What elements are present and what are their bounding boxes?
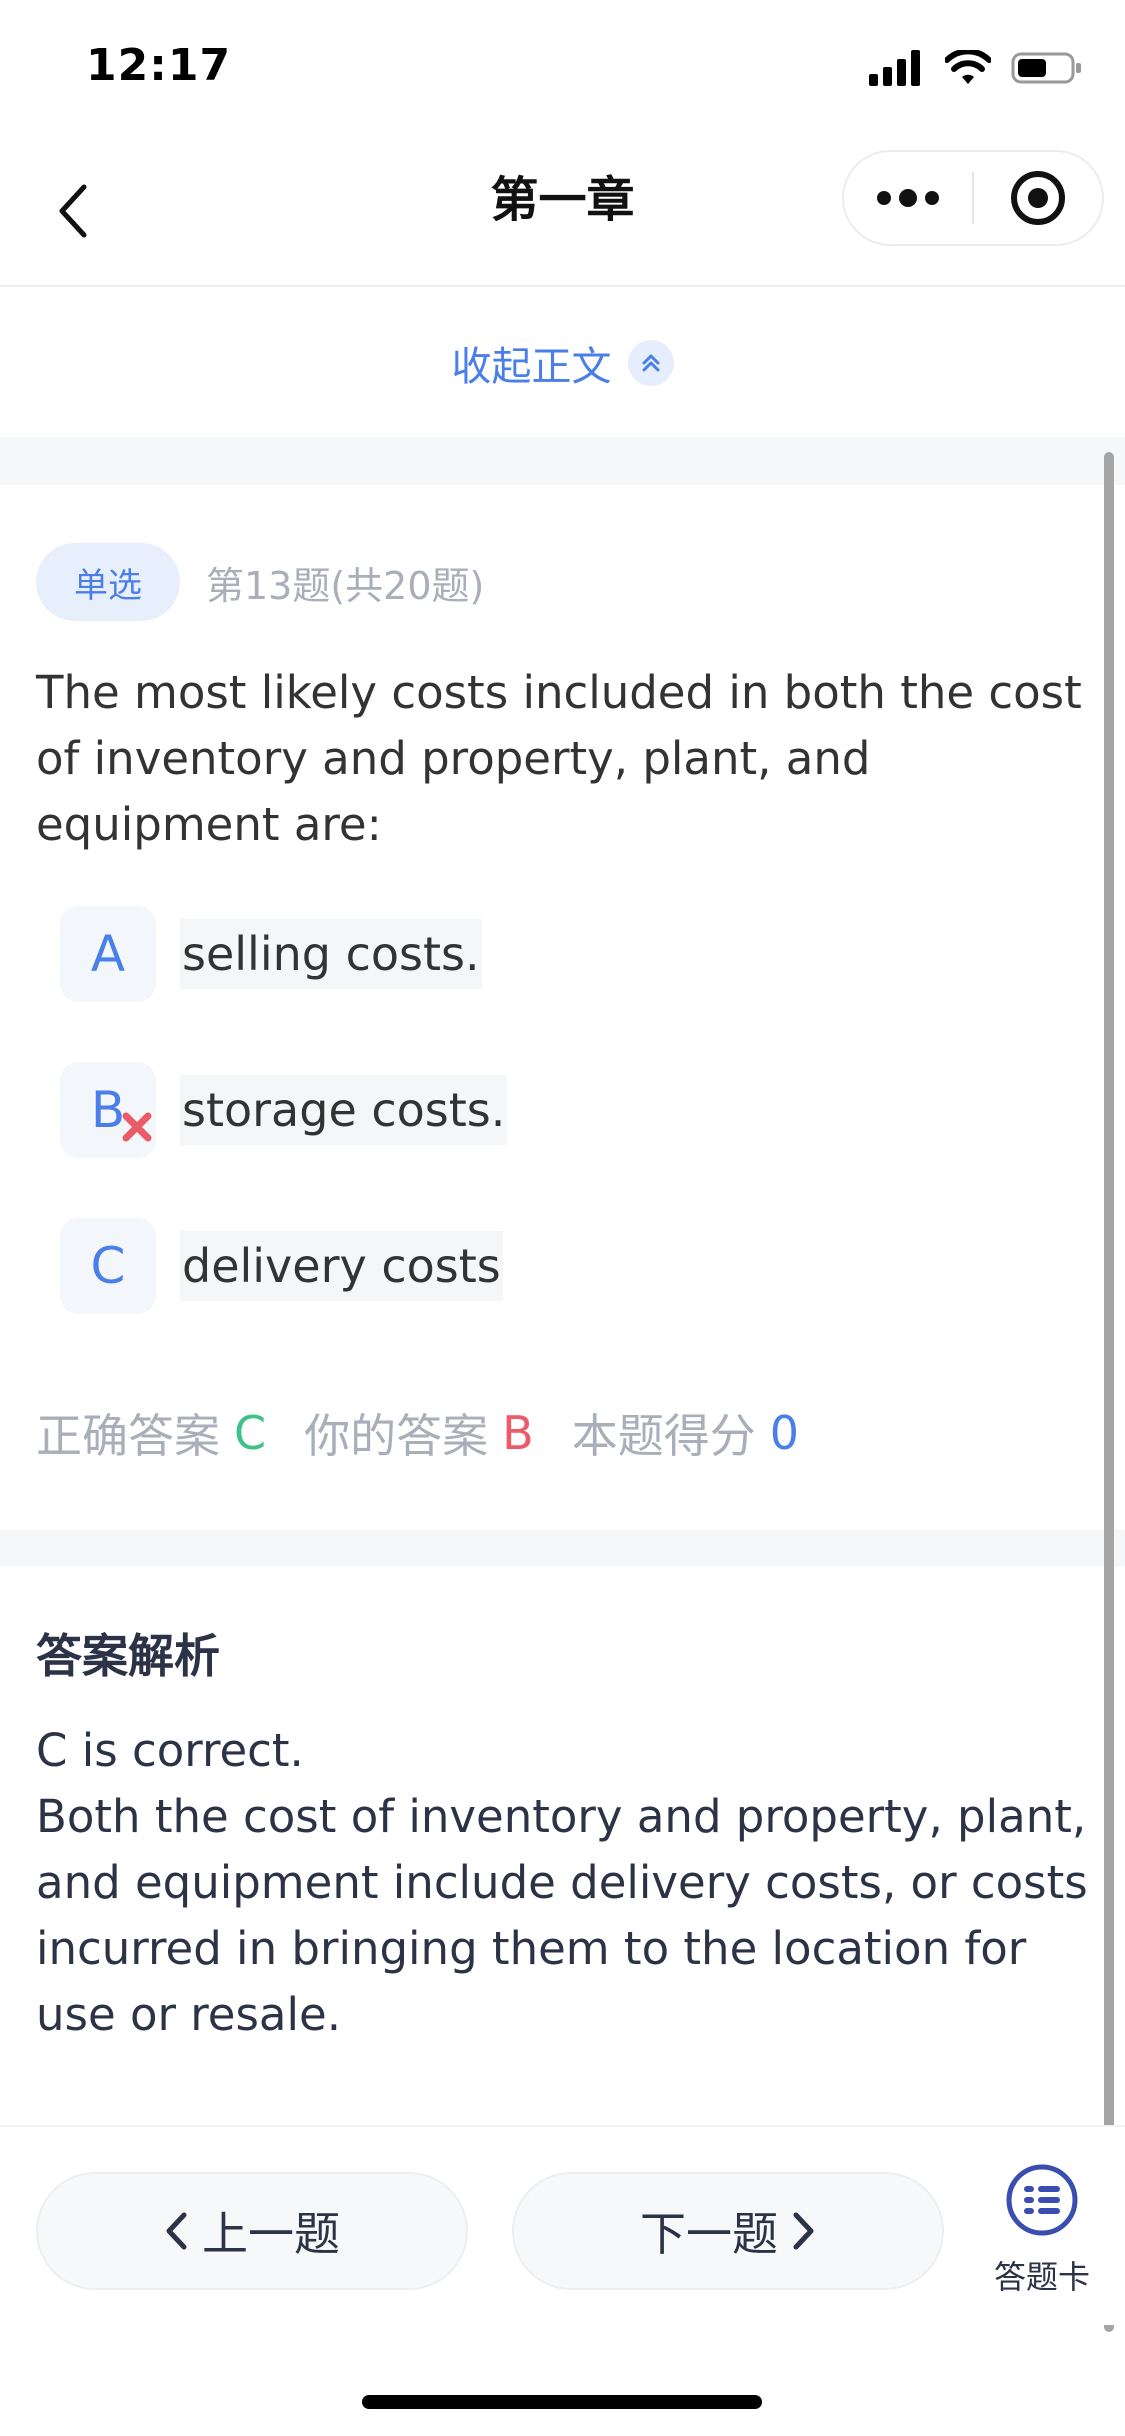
answer-result-row: 正确答案 C 你的答案 B 本题得分 0 bbox=[36, 1400, 837, 1466]
more-dots-icon bbox=[877, 189, 939, 207]
option-b[interactable]: B storage costs. bbox=[60, 1062, 508, 1158]
option-letter-text: A bbox=[90, 925, 126, 983]
home-indicator[interactable] bbox=[362, 2395, 762, 2409]
option-letter: A bbox=[60, 906, 156, 1002]
answer-card-icon bbox=[1006, 2164, 1078, 2236]
score-value: 0 bbox=[769, 1406, 799, 1460]
question-meta: 单选 第13题(共20题) bbox=[36, 543, 484, 621]
prev-question-label: 上一题 bbox=[202, 2207, 340, 2261]
next-question-button[interactable]: 下一题 bbox=[512, 2172, 944, 2290]
option-text: selling costs. bbox=[180, 919, 482, 989]
your-answer-label: 你的答案 bbox=[304, 1409, 489, 1463]
option-letter: C bbox=[60, 1218, 156, 1314]
score-label: 本题得分 bbox=[571, 1409, 756, 1463]
answer-card-label: 答题卡 bbox=[993, 2258, 1090, 2296]
wrong-x-icon bbox=[122, 1112, 152, 1142]
close-mini-program-button[interactable] bbox=[974, 152, 1102, 244]
status-icons bbox=[869, 50, 1083, 86]
section-divider bbox=[0, 1530, 1125, 1566]
status-bar: 12:17 bbox=[0, 0, 1125, 135]
question-text: The most likely costs included in both t… bbox=[36, 666, 1082, 851]
question-type-badge: 单选 bbox=[36, 543, 180, 621]
mini-program-capsule bbox=[842, 150, 1104, 246]
question-progress: 第13题(共20题) bbox=[206, 563, 485, 608]
status-time: 12:17 bbox=[86, 40, 232, 91]
option-a[interactable]: A selling costs. bbox=[60, 906, 482, 1002]
option-text: delivery costs bbox=[180, 1231, 503, 1301]
nav-bar: 第一章 bbox=[0, 135, 1125, 287]
scrollbar[interactable] bbox=[1104, 452, 1114, 2332]
correct-answer-value: C bbox=[234, 1406, 267, 1460]
more-button[interactable] bbox=[844, 152, 972, 244]
double-chevron-up-icon bbox=[627, 340, 674, 386]
battery-icon bbox=[1011, 52, 1081, 84]
section-divider bbox=[0, 437, 1125, 485]
chevron-left-icon bbox=[166, 2212, 187, 2250]
answer-card-button[interactable]: 答题卡 bbox=[982, 2162, 1102, 2298]
analysis-title: 答案解析 bbox=[36, 1629, 220, 1683]
next-question-label: 下一题 bbox=[640, 2207, 778, 2261]
option-c[interactable]: C delivery costs bbox=[60, 1218, 503, 1314]
quiz-page: 12:17 第一章 收起正文 单选 第13题(共20题) The most li… bbox=[0, 0, 1125, 2436]
bottom-bar: 上一题 下一题 答题卡 bbox=[0, 2125, 1125, 2325]
scrollbar-thumb[interactable] bbox=[1104, 452, 1114, 2332]
collapse-text-toggle[interactable]: 收起正文 bbox=[0, 289, 1125, 437]
cellular-signal-icon bbox=[869, 50, 920, 86]
your-answer-value: B bbox=[502, 1406, 534, 1460]
option-letter-text: C bbox=[90, 1237, 126, 1295]
analysis-text: C is correct. Both the cost of inventory… bbox=[36, 1724, 1088, 2041]
chevron-right-icon bbox=[793, 2212, 814, 2250]
wifi-icon bbox=[945, 50, 991, 84]
prev-question-button[interactable]: 上一题 bbox=[36, 2172, 468, 2290]
option-letter: B bbox=[60, 1062, 156, 1158]
collapse-label: 收起正文 bbox=[451, 344, 612, 390]
correct-answer-label: 正确答案 bbox=[36, 1409, 220, 1463]
target-icon bbox=[1010, 171, 1065, 225]
option-text: storage costs. bbox=[180, 1075, 508, 1145]
